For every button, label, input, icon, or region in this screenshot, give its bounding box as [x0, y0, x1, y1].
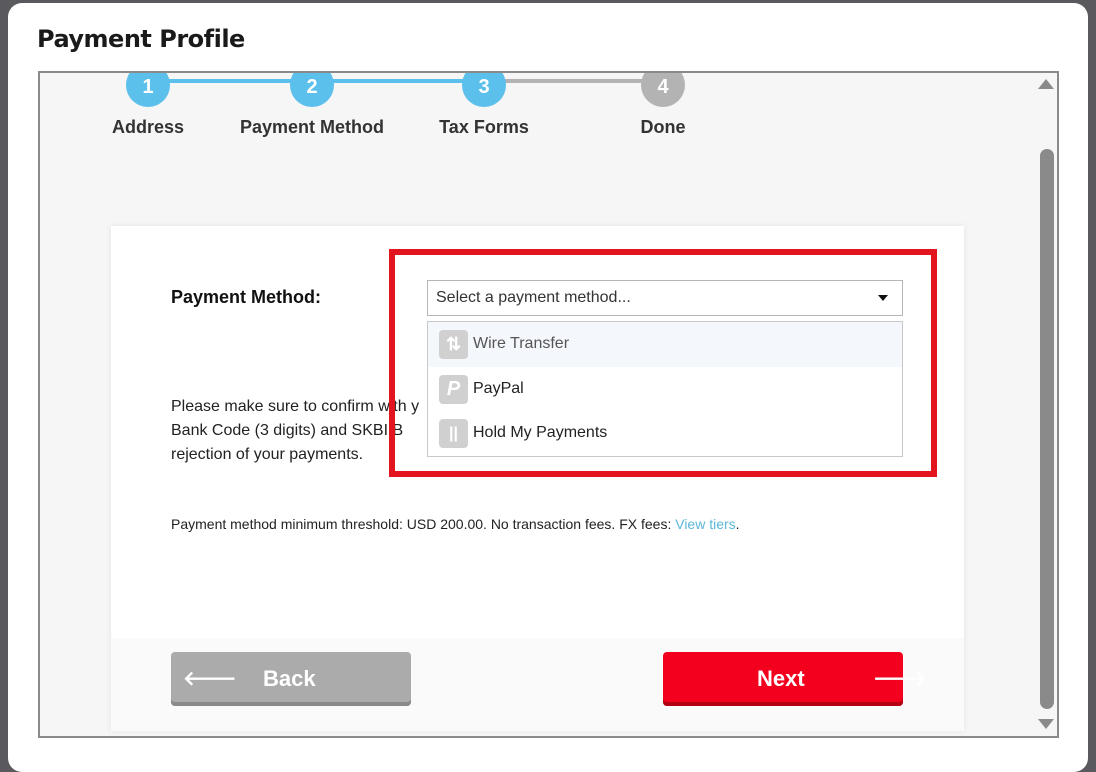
- step-1-circle[interactable]: 1: [126, 73, 170, 107]
- scroll-down-arrow-icon[interactable]: [1038, 719, 1054, 729]
- threshold-info: Payment method minimum threshold: USD 20…: [171, 516, 740, 532]
- back-button-label: Back: [263, 666, 316, 691]
- wizard-frame: 1 2 3 4 Address Payment Method Tax Forms…: [38, 71, 1059, 738]
- back-button[interactable]: 🡐 Back: [171, 652, 411, 706]
- arrow-left-icon: 🡐: [183, 668, 237, 690]
- modal-title: Payment Profile: [37, 25, 245, 53]
- payment-profile-modal: Payment Profile 1 2 3 4 Address Payment …: [8, 3, 1088, 772]
- step-connector-2-3: [312, 79, 484, 83]
- step-1-label: Address: [111, 117, 185, 137]
- step-2-label: Payment Method: [239, 117, 385, 137]
- step-3-label: Tax Forms: [439, 117, 529, 137]
- step-4-label: Done: [640, 117, 686, 137]
- scrollbar-thumb[interactable]: [1040, 149, 1054, 709]
- next-button[interactable]: Next 🡒: [663, 652, 927, 706]
- payment-method-card: Payment Method: Select a payment method.…: [111, 226, 964, 731]
- highlight-annotation-box: [389, 249, 937, 477]
- view-tiers-link[interactable]: View tiers: [675, 516, 735, 532]
- next-button-label: Next: [757, 666, 805, 691]
- payment-method-label: Payment Method:: [171, 287, 322, 307]
- scroll-up-arrow-icon[interactable]: [1038, 79, 1054, 89]
- step-connector-3-4: [484, 79, 664, 83]
- arrow-right-icon: 🡒: [873, 668, 927, 690]
- step-3-circle[interactable]: 3: [462, 73, 506, 107]
- step-4-circle: 4: [641, 73, 685, 107]
- step-2-circle[interactable]: 2: [290, 73, 334, 107]
